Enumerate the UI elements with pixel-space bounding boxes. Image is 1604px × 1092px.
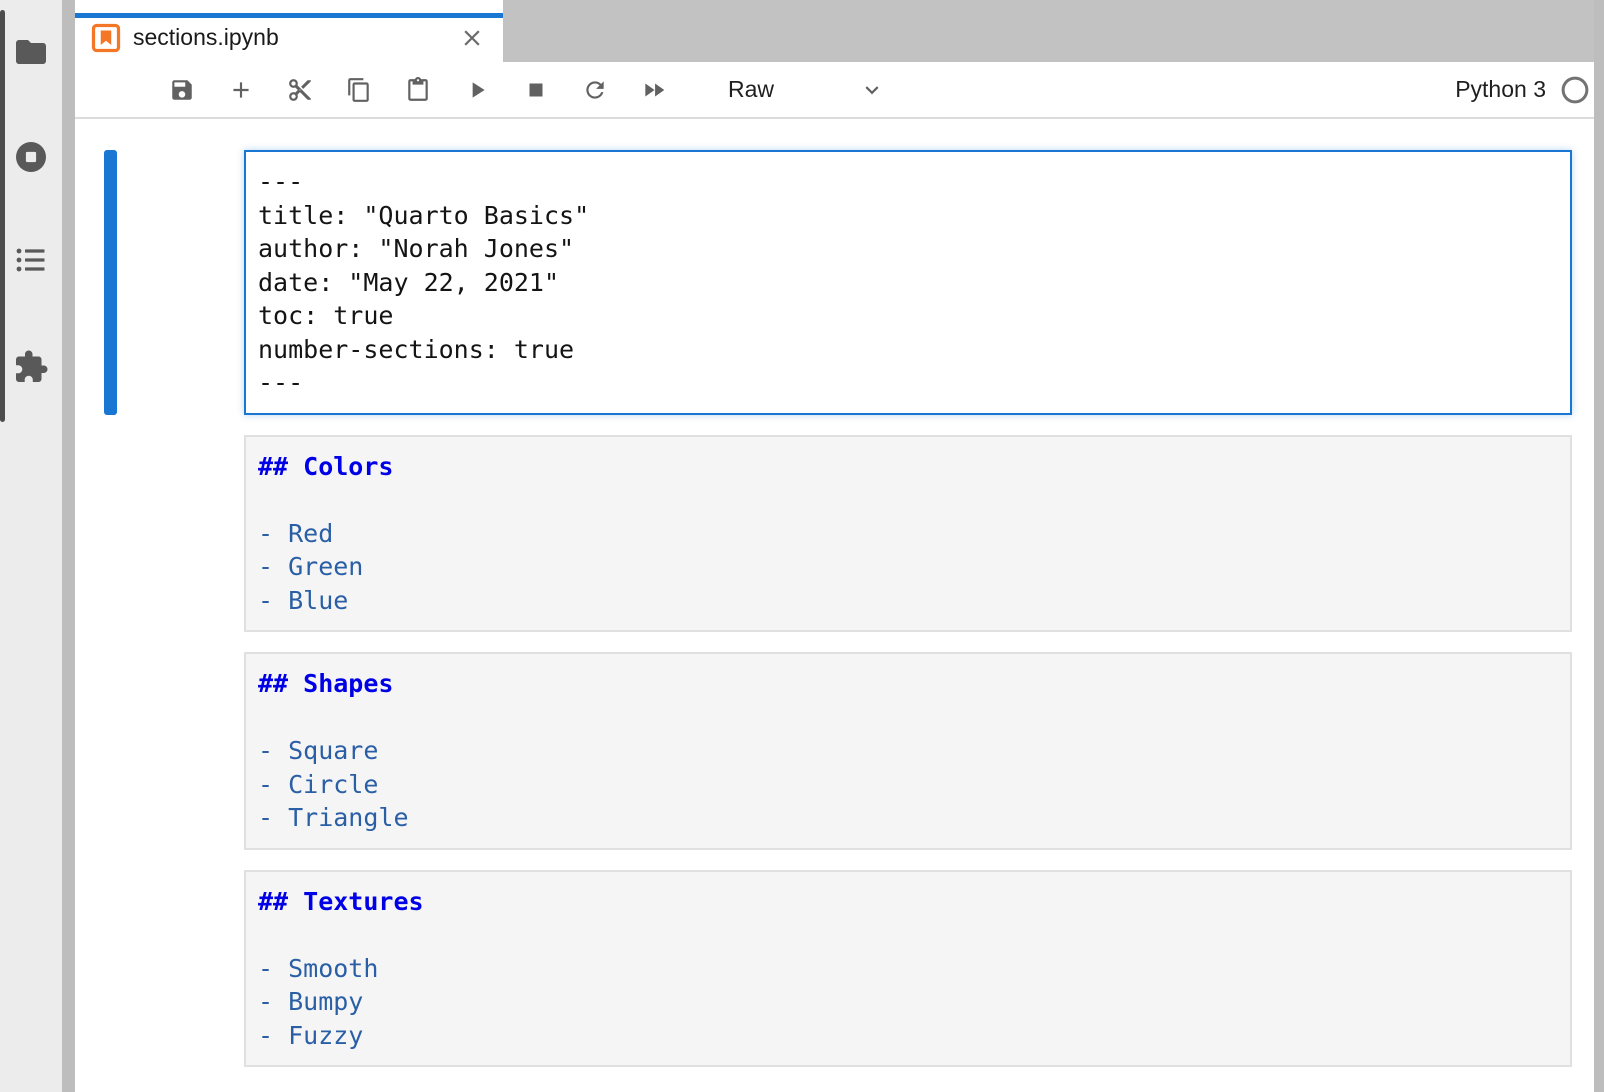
markdown-list-item: - Fuzzy	[258, 1019, 1558, 1053]
cell-collapser[interactable]	[104, 150, 117, 415]
markdown-list-item: - Smooth	[258, 952, 1558, 986]
markdown-cell-editor[interactable]: ## Textures - Smooth - Bumpy - Fuzzy	[244, 870, 1572, 1068]
sidebar-item-table-of-contents[interactable]	[0, 237, 62, 283]
markdown-cell-editor[interactable]: ## Colors - Red - Green - Blue	[244, 435, 1572, 633]
folder-icon	[13, 34, 49, 70]
chevron-down-icon	[859, 77, 885, 103]
list-icon	[13, 242, 49, 278]
tab-sections-ipynb[interactable]: sections.ipynb	[75, 0, 503, 62]
sidebar-item-running-kernels[interactable]	[0, 134, 62, 180]
close-icon[interactable]	[459, 25, 485, 51]
markdown-list-item: - Triangle	[258, 801, 1558, 835]
code-line: ---	[258, 366, 1558, 400]
kernel-name[interactable]: Python 3	[1455, 76, 1546, 103]
cell-type-dropdown[interactable]: Raw	[728, 76, 885, 103]
cell-collapser[interactable]	[104, 652, 117, 850]
jupyterlab-window: sections.ipynb	[0, 0, 1604, 1092]
run-cell-button[interactable]	[464, 77, 490, 103]
left-activity-bar	[0, 0, 62, 1092]
blank-line	[258, 701, 1558, 735]
code-line: toc: true	[258, 299, 1558, 333]
sidebar-divider	[62, 0, 75, 1092]
code-line: title: "Quarto Basics"	[258, 199, 1558, 233]
code-line: author: "Norah Jones"	[258, 232, 1558, 266]
cell-collapser[interactable]	[104, 870, 117, 1068]
notebook-icon	[91, 23, 121, 53]
markdown-heading: ## Colors	[258, 450, 1558, 484]
cell-collapser[interactable]	[104, 435, 117, 633]
markdown-heading: ## Shapes	[258, 667, 1558, 701]
restart-icon	[582, 77, 608, 103]
run-icon	[464, 77, 490, 103]
stop-icon	[523, 77, 549, 103]
kernel-idle-circle-icon[interactable]	[1560, 75, 1590, 105]
notebook-toolbar: Raw Python 3	[75, 62, 1604, 119]
code-line: number-sections: true	[258, 333, 1558, 367]
markdown-list-item: - Green	[258, 550, 1558, 584]
save-button[interactable]	[169, 77, 195, 103]
cell-markdown-shapes: ## Shapes - Square - Circle - Triangle	[244, 652, 1572, 850]
blank-line	[258, 483, 1558, 517]
plus-icon	[228, 77, 254, 103]
interrupt-kernel-button[interactable]	[523, 77, 549, 103]
fast-forward-icon	[641, 77, 667, 103]
paste-cells-button[interactable]	[405, 77, 431, 103]
markdown-list-item: - Blue	[258, 584, 1558, 618]
cut-cells-button[interactable]	[287, 77, 313, 103]
markdown-list-item: - Square	[258, 734, 1558, 768]
copy-icon	[346, 77, 372, 103]
tab-title: sections.ipynb	[133, 24, 459, 51]
main-dock-panel: sections.ipynb	[75, 0, 1604, 1092]
active-tab-accent-bar	[75, 13, 503, 18]
blank-line	[258, 918, 1558, 952]
save-icon	[169, 77, 195, 103]
restart-kernel-button[interactable]	[582, 77, 608, 103]
window-scroll-gutter[interactable]	[1594, 0, 1604, 1092]
code-line: date: "May 22, 2021"	[258, 266, 1558, 300]
markdown-heading: ## Textures	[258, 885, 1558, 919]
cell-markdown-colors: ## Colors - Red - Green - Blue	[244, 435, 1572, 633]
markdown-list-item: - Bumpy	[258, 985, 1558, 1019]
dock-tab-bar: sections.ipynb	[75, 0, 1604, 62]
markdown-list-item: - Red	[258, 517, 1558, 551]
code-line: ---	[258, 165, 1558, 199]
sidebar-item-file-browser[interactable]	[0, 29, 62, 75]
puzzle-icon	[13, 349, 49, 385]
cut-icon	[287, 77, 313, 103]
cell-type-value: Raw	[728, 76, 774, 103]
raw-cell-editor[interactable]: --- title: "Quarto Basics" author: "Nora…	[244, 150, 1572, 415]
running-circle-stop-icon	[13, 139, 49, 175]
insert-cell-button[interactable]	[228, 77, 254, 103]
paste-icon	[405, 77, 431, 103]
cell-markdown-textures: ## Textures - Smooth - Bumpy - Fuzzy	[244, 870, 1572, 1068]
sidebar-item-extension-manager[interactable]	[0, 344, 62, 390]
markdown-cell-editor[interactable]: ## Shapes - Square - Circle - Triangle	[244, 652, 1572, 850]
markdown-list-item: - Circle	[258, 768, 1558, 802]
cell-raw-frontmatter: --- title: "Quarto Basics" author: "Nora…	[244, 150, 1572, 415]
copy-cells-button[interactable]	[346, 77, 372, 103]
restart-run-all-button[interactable]	[641, 77, 667, 103]
notebook-panel: --- title: "Quarto Basics" author: "Nora…	[75, 119, 1604, 1092]
